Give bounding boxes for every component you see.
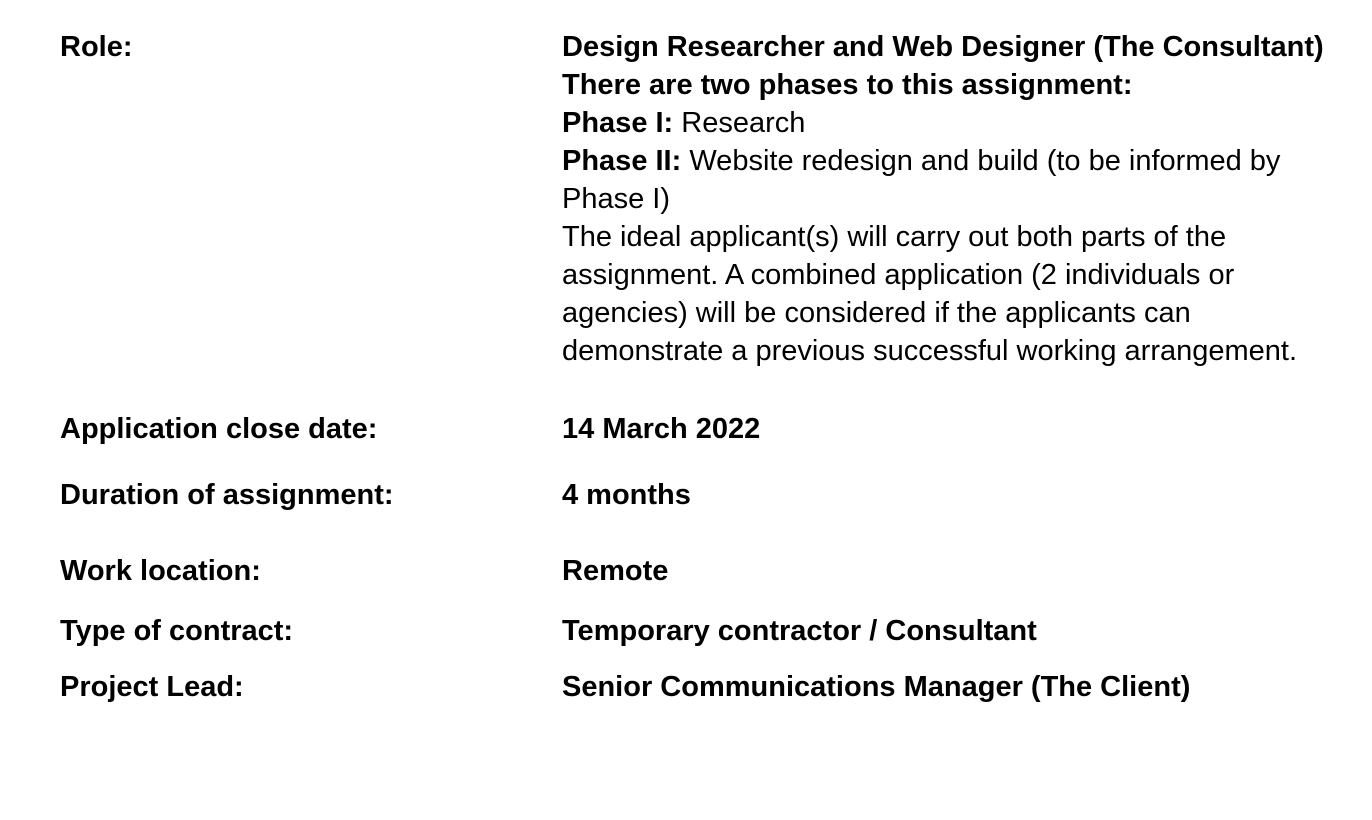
close-date-label: Application close date: (60, 413, 378, 445)
duration-row: Duration of assignment: 4 months (60, 476, 1350, 514)
project-lead-row: Project Lead: Senior Communications Mana… (60, 668, 1350, 706)
role-title: Design Researcher and Web Designer (The … (562, 31, 1324, 63)
project-lead-label: Project Lead: (60, 671, 244, 703)
phases-heading: There are two phases to this assignment: (562, 69, 1133, 101)
role-value: Design Researcher and Web Designer (The … (562, 28, 1350, 370)
role-row: Role: Design Researcher and Web Designer… (60, 28, 1350, 370)
phase-2-label: Phase II: (562, 145, 682, 177)
contract-label: Type of contract: (60, 615, 294, 647)
job-details-document: Role: Design Researcher and Web Designer… (60, 28, 1350, 706)
phase-2: Phase II: Website redesign and build (to… (562, 142, 1350, 218)
project-lead-value: Senior Communications Manager (The Clien… (562, 671, 1191, 703)
contract-row: Type of contract: Temporary contractor /… (60, 612, 1350, 650)
duration-label: Duration of assignment: (60, 479, 394, 511)
contract-value: Temporary contractor / Consultant (562, 615, 1037, 647)
location-row: Work location: Remote (60, 552, 1350, 590)
applicant-note: The ideal applicant(s) will carry out bo… (562, 221, 1298, 367)
close-date-value: 14 March 2022 (562, 413, 761, 445)
phase-1-text: Research (673, 107, 806, 139)
location-value: Remote (562, 555, 669, 587)
close-date-row: Application close date: 14 March 2022 (60, 410, 1350, 448)
phase-1-label: Phase I: (562, 107, 674, 139)
duration-value: 4 months (562, 479, 691, 511)
phase-1: Phase I: Research (562, 104, 1350, 142)
role-label: Role: (60, 31, 133, 63)
location-label: Work location: (60, 555, 261, 587)
